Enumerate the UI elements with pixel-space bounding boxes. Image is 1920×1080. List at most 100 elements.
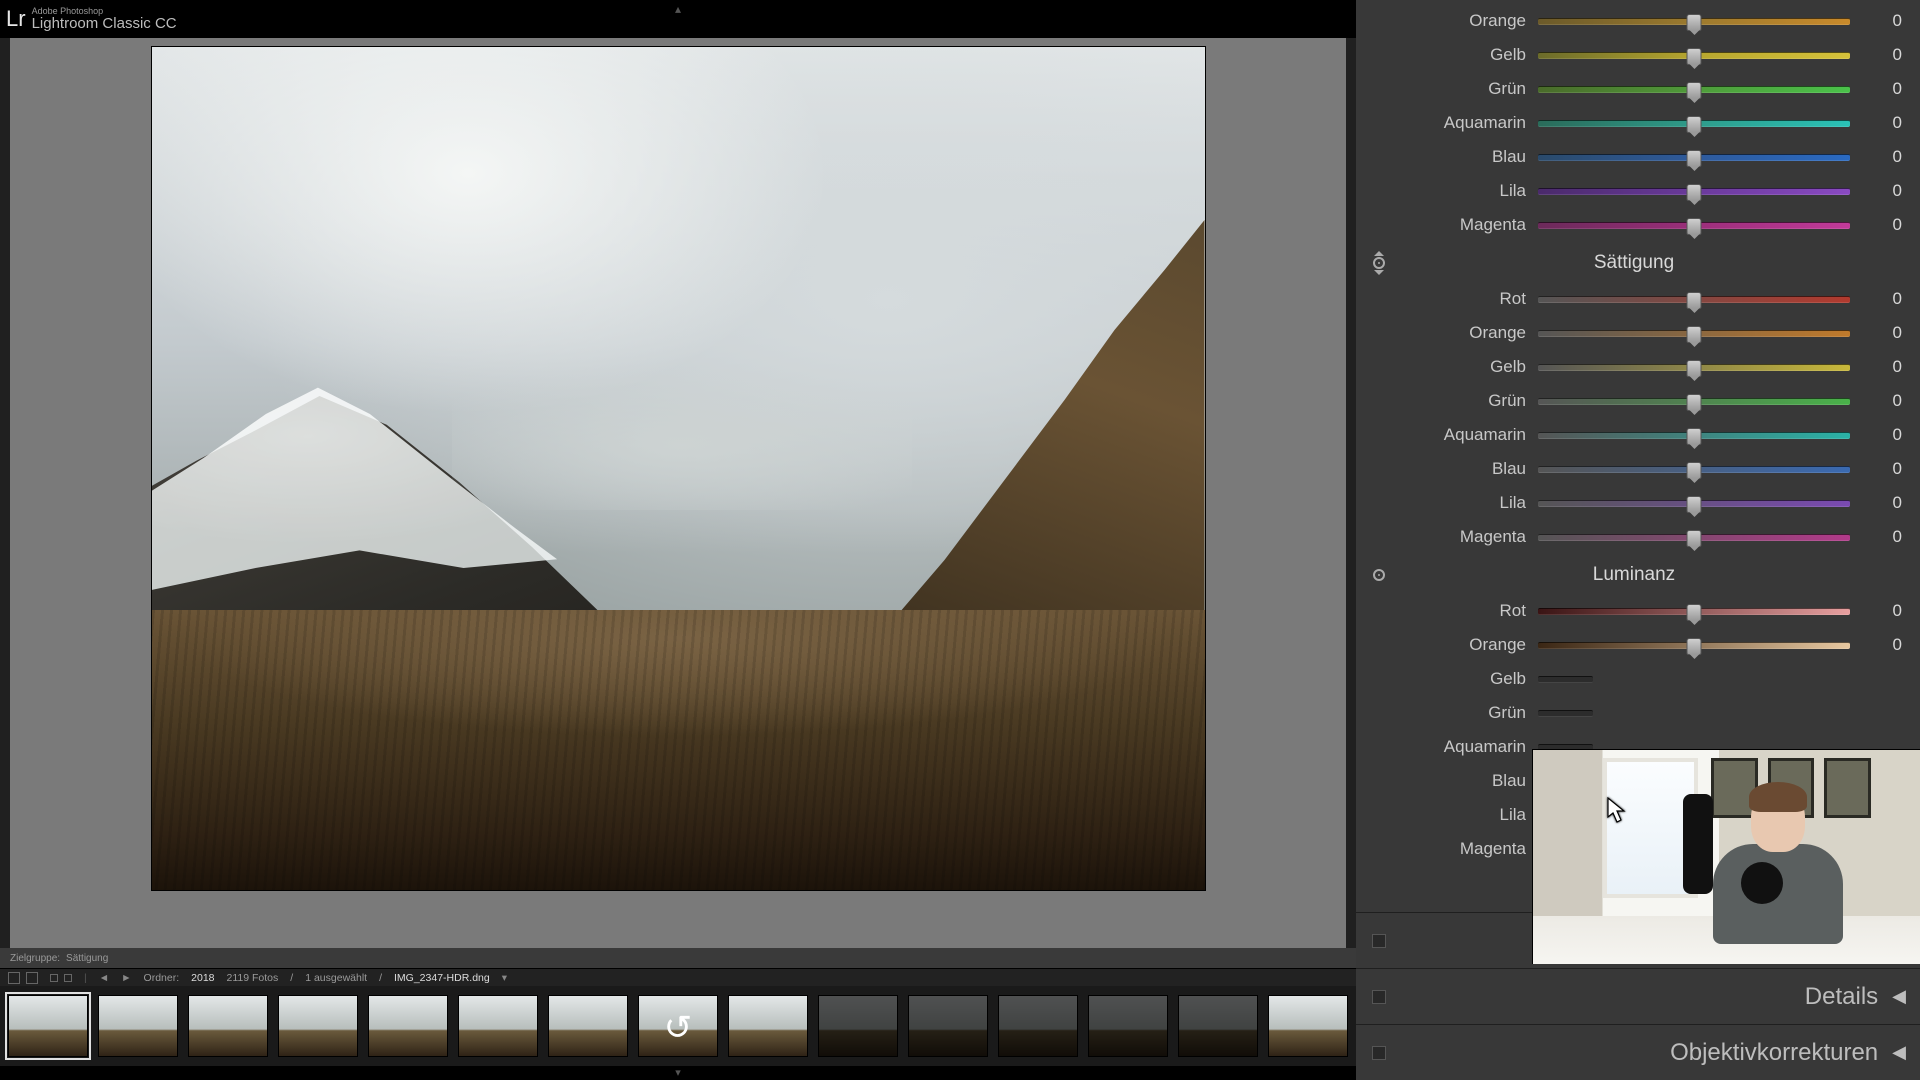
hue-gelb-value[interactable]: 0 xyxy=(1862,45,1902,65)
hue-gruen-value[interactable]: 0 xyxy=(1862,79,1902,99)
filmstrip-thumb[interactable] xyxy=(818,995,898,1057)
saturation-orange-slider[interactable] xyxy=(1538,330,1850,337)
hue-orange-slider[interactable] xyxy=(1538,18,1850,25)
chevron-left-icon[interactable]: ◀ xyxy=(1892,986,1906,1007)
hue-lila-value[interactable]: 0 xyxy=(1862,181,1902,201)
filmstrip-thumb[interactable] xyxy=(1268,995,1348,1057)
chevron-left-icon[interactable]: ◀ xyxy=(1892,1042,1906,1063)
filmstrip-thumb[interactable] xyxy=(998,995,1078,1057)
nav-back-icon[interactable]: ◄ xyxy=(99,972,109,984)
slider-thumb-icon[interactable] xyxy=(1687,82,1702,99)
filmstrip-thumb[interactable] xyxy=(548,995,628,1057)
filmstrip-thumb[interactable] xyxy=(1178,995,1258,1057)
secondary-display-icons[interactable] xyxy=(8,972,38,984)
panel-details-toggle[interactable] xyxy=(1372,990,1386,1004)
luminance-orange-slider[interactable] xyxy=(1538,642,1850,649)
panel-objektiv-title: Objektivkorrekturen xyxy=(1670,1039,1878,1067)
slider-thumb-icon[interactable] xyxy=(1687,638,1702,655)
hue-aqua-value[interactable]: 0 xyxy=(1862,113,1902,133)
saturation-lila-slider[interactable] xyxy=(1538,500,1850,507)
saturation-blau-slider[interactable] xyxy=(1538,466,1850,473)
hue-blau-value[interactable]: 0 xyxy=(1862,147,1902,167)
panel-objektiv-header[interactable]: Objektivkorrekturen ◀ xyxy=(1356,1024,1920,1080)
slider-thumb-icon[interactable] xyxy=(1687,218,1702,235)
luminance-rot-label: Rot xyxy=(1366,601,1526,621)
develop-right-panel[interactable]: Orange 0 Gelb 0 Grün 0 Aquamarin 0 Blau … xyxy=(1356,0,1920,1080)
filmstrip-thumb[interactable] xyxy=(368,995,448,1057)
saturation-lila-row: Lila 0 xyxy=(1366,486,1902,520)
saturation-title: Sättigung xyxy=(1392,252,1876,274)
filmstrip-thumb[interactable] xyxy=(98,995,178,1057)
filename-dropdown-icon[interactable]: ▾ xyxy=(502,972,507,984)
hue-magenta-slider[interactable] xyxy=(1538,222,1850,229)
filmstrip-thumb[interactable] xyxy=(278,995,358,1057)
slider-thumb-icon[interactable] xyxy=(1687,326,1702,343)
filmstrip-thumb[interactable] xyxy=(458,995,538,1057)
saturation-gelb-value[interactable]: 0 xyxy=(1862,357,1902,377)
saturation-rot-row: Rot 0 xyxy=(1366,282,1902,316)
saturation-magenta-value[interactable]: 0 xyxy=(1862,527,1902,547)
filmstrip-thumb[interactable] xyxy=(728,995,808,1057)
panel-collapse-bottom-icon[interactable]: ▾ xyxy=(0,1066,1356,1080)
hue-gelb-slider[interactable] xyxy=(1538,52,1850,59)
hue-orange-value[interactable]: 0 xyxy=(1862,11,1902,31)
slider-thumb-icon[interactable] xyxy=(1687,496,1702,513)
filmstrip-thumb[interactable] xyxy=(8,995,88,1057)
saturation-magenta-slider[interactable] xyxy=(1538,534,1850,541)
hue-magenta-label: Magenta xyxy=(1366,215,1526,235)
slider-thumb-icon[interactable] xyxy=(1687,184,1702,201)
hue-lila-slider[interactable] xyxy=(1538,188,1850,195)
slider-thumb-icon[interactable] xyxy=(1687,116,1702,133)
targeted-adjustment-tool[interactable] xyxy=(1366,562,1392,588)
hue-magenta-value[interactable]: 0 xyxy=(1862,215,1902,235)
current-filename[interactable]: IMG_2347-HDR.dng xyxy=(394,972,490,984)
panel-collapse-top-icon[interactable]: ▴ xyxy=(675,2,681,16)
filmstrip-thumb[interactable] xyxy=(638,995,718,1057)
saturation-rot-slider[interactable] xyxy=(1538,296,1850,303)
slider-thumb-icon[interactable] xyxy=(1687,360,1702,377)
luminance-orange-value[interactable]: 0 xyxy=(1862,635,1902,655)
filmstrip-thumb[interactable] xyxy=(1088,995,1168,1057)
luminance-blau-label: Blau xyxy=(1366,771,1526,791)
slider-thumb-icon[interactable] xyxy=(1687,428,1702,445)
luminance-gruen-slider[interactable] xyxy=(1538,710,1593,717)
folder-label: Ordner: xyxy=(144,972,180,984)
slider-thumb-icon[interactable] xyxy=(1687,292,1702,309)
luminance-rot-value[interactable]: 0 xyxy=(1862,601,1902,621)
saturation-gelb-slider[interactable] xyxy=(1538,364,1850,371)
saturation-gruen-value[interactable]: 0 xyxy=(1862,391,1902,411)
slider-thumb-icon[interactable] xyxy=(1687,394,1702,411)
saturation-lila-value[interactable]: 0 xyxy=(1862,493,1902,513)
saturation-blau-value[interactable]: 0 xyxy=(1862,459,1902,479)
folder-name[interactable]: 2018 xyxy=(191,972,214,984)
slider-thumb-icon[interactable] xyxy=(1687,150,1702,167)
nav-fwd-icon[interactable]: ► xyxy=(121,972,131,984)
panel-teiltonung-toggle[interactable] xyxy=(1372,934,1386,948)
luminance-gelb-slider[interactable] xyxy=(1538,676,1593,683)
slider-thumb-icon[interactable] xyxy=(1687,462,1702,479)
panel-objektiv-toggle[interactable] xyxy=(1372,1046,1386,1060)
slider-thumb-icon[interactable] xyxy=(1687,14,1702,31)
image-canvas[interactable] xyxy=(0,38,1356,948)
panel-details-header[interactable]: Details ◀ xyxy=(1356,968,1920,1024)
hue-gruen-label: Grün xyxy=(1366,79,1526,99)
hue-blau-slider[interactable] xyxy=(1538,154,1850,161)
luminance-title: Luminanz xyxy=(1392,564,1876,586)
slider-thumb-icon[interactable] xyxy=(1687,530,1702,547)
hue-aqua-slider[interactable] xyxy=(1538,120,1850,127)
saturation-orange-value[interactable]: 0 xyxy=(1862,323,1902,343)
slider-thumb-icon[interactable] xyxy=(1687,604,1702,621)
hue-gruen-slider[interactable] xyxy=(1538,86,1850,93)
filmstrip-thumb[interactable] xyxy=(908,995,988,1057)
saturation-gruen-slider[interactable] xyxy=(1538,398,1850,405)
grid-view-icons[interactable] xyxy=(50,974,72,982)
luminance-rot-slider[interactable] xyxy=(1538,608,1850,615)
filmstrip-thumb[interactable] xyxy=(188,995,268,1057)
saturation-aqua-value[interactable]: 0 xyxy=(1862,425,1902,445)
saturation-rot-value[interactable]: 0 xyxy=(1862,289,1902,309)
saturation-aqua-slider[interactable] xyxy=(1538,432,1850,439)
slider-thumb-icon[interactable] xyxy=(1687,48,1702,65)
title-bar: Lr Adobe Photoshop Lightroom Classic CC … xyxy=(0,0,1356,38)
targeted-adjustment-tool[interactable] xyxy=(1366,250,1392,276)
filmstrip[interactable]: ↺ xyxy=(0,986,1356,1066)
